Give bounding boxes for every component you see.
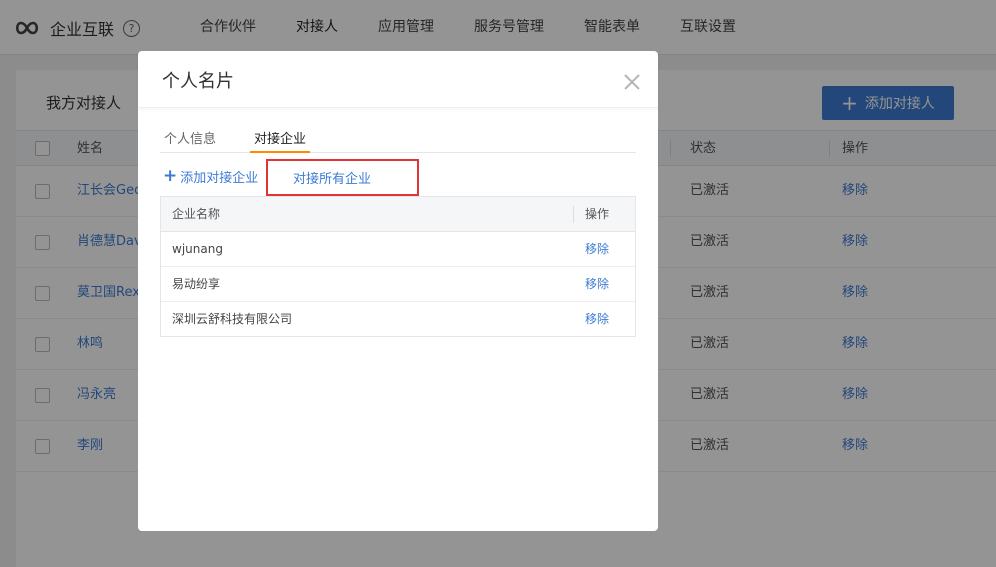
column-divider bbox=[573, 206, 574, 223]
company-name: wjunang bbox=[172, 242, 223, 256]
linked-companies-table: 企业名称 操作 wjunang 移除 易动纷享 移除 深圳云舒科技有限公司 移除 bbox=[160, 196, 636, 337]
dialog-title: 个人名片 bbox=[162, 71, 234, 92]
remove-link[interactable]: 移除 bbox=[585, 302, 609, 337]
dialog-header: 个人名片 bbox=[138, 51, 658, 108]
column-company-name: 企业名称 bbox=[172, 207, 221, 221]
add-company-link[interactable]: + 添加对接企业 bbox=[163, 165, 259, 186]
dialog-tabs: 个人信息 对接企业 bbox=[160, 124, 636, 153]
contact-card-dialog: 个人名片 个人信息 对接企业 + 添加对接企业 对接所有企业 企业名称 操作 w… bbox=[138, 51, 658, 531]
add-company-label: 添加对接企业 bbox=[180, 170, 259, 186]
table-row: wjunang 移除 bbox=[161, 232, 635, 267]
company-name: 易动纷享 bbox=[172, 277, 221, 291]
tab-linked-companies[interactable]: 对接企业 bbox=[249, 128, 311, 153]
remove-link[interactable]: 移除 bbox=[585, 232, 609, 267]
remove-link[interactable]: 移除 bbox=[585, 267, 609, 302]
table-header: 企业名称 操作 bbox=[161, 197, 635, 232]
table-row: 易动纷享 移除 bbox=[161, 267, 635, 302]
table-row: 深圳云舒科技有限公司 移除 bbox=[161, 302, 635, 337]
highlight-annotation-box bbox=[266, 159, 419, 196]
close-icon[interactable] bbox=[622, 72, 642, 92]
tab-personal-info[interactable]: 个人信息 bbox=[164, 128, 216, 153]
column-action: 操作 bbox=[585, 207, 610, 221]
company-name: 深圳云舒科技有限公司 bbox=[172, 312, 293, 326]
plus-icon: + bbox=[163, 165, 178, 186]
